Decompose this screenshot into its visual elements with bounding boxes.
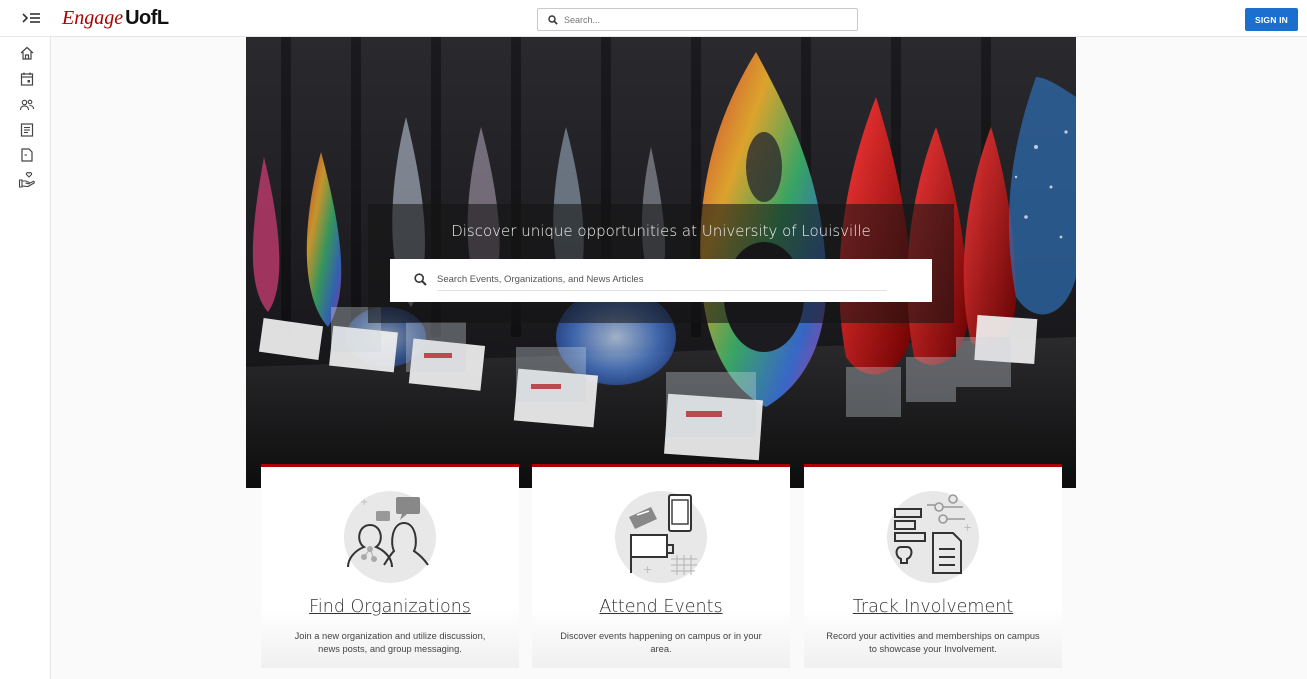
brand-bold: UofL [125, 7, 169, 29]
menu-toggle-icon[interactable] [20, 9, 44, 29]
hero-banner: Discover unique opportunities at Univers… [246, 37, 1076, 488]
calendar-icon [20, 72, 34, 86]
svg-text:+: + [643, 563, 652, 576]
card-attend-events[interactable]: + Attend Events Discover events happenin… [532, 464, 790, 668]
hero-search-input[interactable] [437, 269, 887, 291]
card-find-organizations[interactable]: + Find Organizations Join a new organiza… [261, 464, 519, 668]
card-title[interactable]: Attend Events [532, 597, 790, 617]
organizations-illustration-icon: + [344, 491, 436, 583]
sidebar-item-forms[interactable] [17, 145, 37, 165]
search-icon [542, 9, 564, 30]
card-description: Record your activities and memberships o… [826, 631, 1040, 654]
card-description: Discover events happening on campus or i… [560, 631, 762, 654]
svg-text:+: + [360, 497, 368, 508]
people-icon [19, 99, 35, 111]
hero-title: Discover unique opportunities at Univers… [451, 222, 871, 240]
hand-heart-icon [18, 172, 35, 188]
home-icon [20, 46, 34, 60]
card-track-involvement[interactable]: + Track Involvement Record your activiti… [804, 464, 1062, 668]
card-title[interactable]: Track Involvement [804, 597, 1062, 617]
svg-text:+: + [963, 521, 972, 534]
hero-search-panel: Discover unique opportunities at Univers… [368, 204, 954, 323]
brand-script: Engage [62, 7, 124, 29]
card-description: Join a new organization and utilize disc… [294, 631, 486, 654]
top-bar: EngageUofL SIGN IN [0, 0, 1307, 37]
global-search [537, 8, 858, 31]
sidebar [0, 37, 51, 679]
involvement-illustration-icon: + [887, 491, 979, 583]
sidebar-item-organizations[interactable] [17, 95, 37, 115]
card-title[interactable]: Find Organizations [261, 597, 519, 617]
sidebar-item-events[interactable] [17, 69, 37, 89]
sidebar-item-home[interactable] [17, 43, 37, 63]
search-icon [414, 273, 427, 291]
hero-search-box [390, 259, 932, 302]
global-search-input[interactable] [564, 14, 844, 25]
document-icon [21, 148, 33, 162]
sidebar-item-news[interactable] [17, 120, 37, 140]
sidebar-item-involvement[interactable] [17, 170, 37, 190]
events-illustration-icon: + [615, 491, 707, 583]
brand-logo[interactable]: Engage UofL [62, 6, 169, 30]
sign-in-button[interactable]: SIGN IN [1245, 8, 1298, 31]
news-icon [20, 123, 34, 137]
